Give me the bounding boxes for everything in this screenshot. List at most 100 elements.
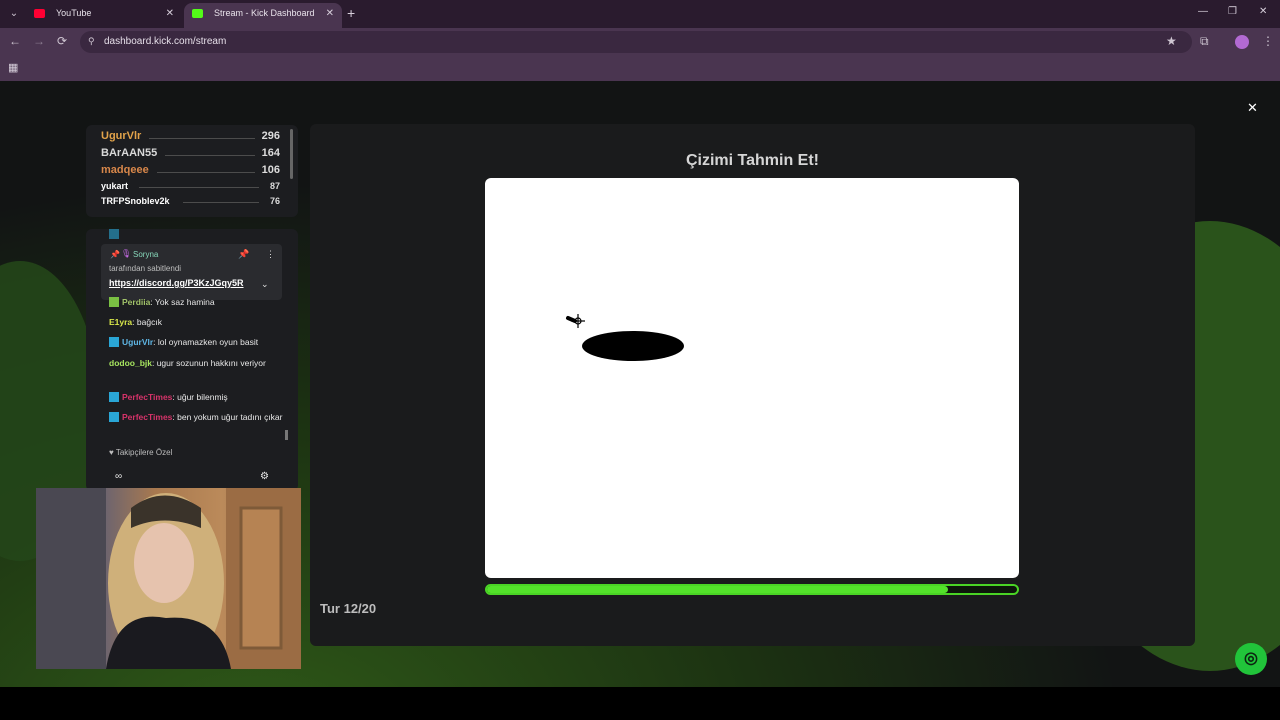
minimize-button[interactable]: — [1198,6,1208,17]
chat-text: : ben yokum uğur tadını çıkar [172,412,283,422]
followers-only-label: ♥ Takipçilere Özel [109,448,173,457]
bookmark-star-icon[interactable]: ★ [1166,34,1177,48]
chat-username[interactable]: PerfecTimes [122,392,172,402]
tab-youtube[interactable]: YouTube ✕ [26,3,182,28]
chat-message: E1yra: bağcık [109,315,285,329]
leaderboard-divider [165,155,255,156]
leaderboard-divider [183,202,259,203]
chat-username[interactable]: Perdiia [122,297,150,307]
profile-avatar[interactable] [1235,35,1249,49]
round-timer-fill [487,586,949,593]
user-badge-icon [109,412,119,422]
pinned-message: 📌 🎙 Soryna 📌 ⋮ tarafından sabitlendi htt… [101,244,282,300]
browser-tab-bar: ⌄ YouTube ✕ Stream - Kick Dashboard ✕ + … [0,0,1280,28]
drawing-strokes [566,314,684,361]
browser-menu-icon[interactable]: ⋮ [1262,34,1274,48]
chat-message [109,229,285,241]
chat-text: : Yok saz hamina [150,297,215,307]
tab-close-icon[interactable]: ✕ [166,3,174,24]
user-badge-icon [109,337,119,347]
leaderboard-score: 106 [261,164,280,176]
chat-username[interactable]: UgurVlr [122,337,153,347]
leaderboard-divider [149,138,255,139]
leaderboard-name: UgurVlr [101,130,142,142]
leaderboard-row: UgurVlr 296 [101,130,280,146]
leaderboard-name: BArAAN55 [101,147,158,159]
leaderboard-name: yukart [101,181,129,191]
leaderboard-row: yukart 87 [101,181,280,197]
mic-badge-icon: 🎙 [121,249,132,258]
user-badge-icon [109,229,119,239]
new-tab-button[interactable]: + [347,5,355,21]
leaderboard-score: 296 [261,130,280,142]
tab-search-icon[interactable]: ⌄ [6,6,22,22]
leaderboard-score: 87 [269,181,280,191]
letterbox-bar [0,687,1280,720]
reload-button[interactable]: ⟳ [57,34,67,48]
pinned-by-text: tarafından sabitlendi [109,264,182,273]
leaderboard-name: TRFPSnoblev2k [101,196,170,206]
unpin-icon[interactable]: 📌 [238,249,249,260]
streamer-image [36,488,301,669]
game-title: Çizimi Tahmin Et! [685,152,820,169]
round-counter: Tur 12/20 [320,601,377,616]
chat-message: dodoo_bjk: ugur sozunun hakkını veriyor [109,356,285,370]
user-badge-icon [109,297,119,307]
page-content: ✕ UgurVlr 296 BArAAN55 164 madqeee 106 y… [0,81,1280,687]
restore-button[interactable]: ❐ [1228,6,1237,17]
leaderboard-panel: UgurVlr 296 BArAAN55 164 madqeee 106 yuk… [86,125,298,217]
bookmarks-bar: ▦ [0,56,1280,81]
site-info-icon[interactable]: ⚲ [88,36,95,47]
game-panel: Çizimi Tahmin Et! Tur 12/20 [310,124,1195,646]
back-button[interactable]: ← [9,34,21,48]
overlay-close-button[interactable]: ✕ [1247,100,1258,116]
user-badge-icon [109,392,119,402]
leaderboard-divider [139,187,259,188]
pin-icon: 📌 [110,250,120,259]
chat-message: Perdiia: Yok saz hamina [109,295,285,309]
browser-toolbar: ← → ⟳ ⚲ dashboard.kick.com/stream ★ ⧉ ⋮ [0,28,1280,56]
chat-scrollbar[interactable] [285,430,288,440]
pinned-by-user[interactable]: Soryna [133,250,158,259]
webcam-feed [36,488,301,669]
url-text: dashboard.kick.com/stream [104,36,227,47]
extensions-icon[interactable]: ⧉ [1200,34,1209,49]
leaderboard-scrollbar[interactable] [290,129,293,179]
window-close-button[interactable]: ✕ [1259,6,1267,17]
chat-text: : ugur sozunun hakkını veriyor [151,358,266,368]
chat-settings-icon[interactable]: ⚙ [260,471,269,482]
leaderboard-row: BArAAN55 164 [101,147,280,163]
chat-emote-icon[interactable]: ∞ [115,471,122,482]
chat-panel: 📌 🎙 Soryna 📌 ⋮ tarafından sabitlendi htt… [86,229,298,491]
youtube-favicon-icon [34,9,45,18]
round-timer-bar [485,584,1019,595]
forward-button[interactable]: → [33,34,45,48]
leaderboard-row: TRFPSnoblev2k 76 [101,196,280,212]
support-headset-icon[interactable]: ◎ [1235,643,1267,675]
chat-text: : bağcık [132,317,162,327]
leaderboard-row: madqeee 106 [101,164,280,180]
kick-favicon-icon [192,9,203,18]
tab-title: Stream - Kick Dashboard [214,8,315,18]
screen: ⌄ YouTube ✕ Stream - Kick Dashboard ✕ + … [0,0,1280,720]
chat-username[interactable]: E1yra [109,317,132,327]
chat-message: PerfecTimes: ben yokum uğur tadını çıkar [109,410,285,424]
tab-close-icon[interactable]: ✕ [326,3,334,24]
chat-username[interactable]: dodoo_bjk [109,358,152,368]
leaderboard-name: madqeee [101,164,149,176]
leaderboard-divider [157,172,255,173]
pinned-more-icon[interactable]: ⋮ [266,249,275,260]
cursor-crosshair-icon [571,314,585,328]
leaderboard-score: 164 [261,147,280,159]
chat-text: : lol oynamazken oyun basit [153,337,259,347]
chat-message: UgurVlr: lol oynamazken oyun basit [109,335,285,349]
apps-grid-icon[interactable]: ▦ [8,61,18,74]
chat-message: PerfecTimes: uğur bilenmiş [109,390,285,404]
leaderboard-score: 76 [269,196,280,206]
chat-username[interactable]: PerfecTimes [122,412,172,422]
pinned-expand-icon[interactable]: ⌄ [261,279,269,290]
pinned-link[interactable]: https://discord.gg/P3KzJGqy5R [109,278,244,288]
address-bar[interactable]: ⚲ dashboard.kick.com/stream [80,31,1192,53]
drawing-canvas[interactable] [485,178,1019,578]
tab-kick-dashboard[interactable]: Stream - Kick Dashboard ✕ [184,3,342,28]
